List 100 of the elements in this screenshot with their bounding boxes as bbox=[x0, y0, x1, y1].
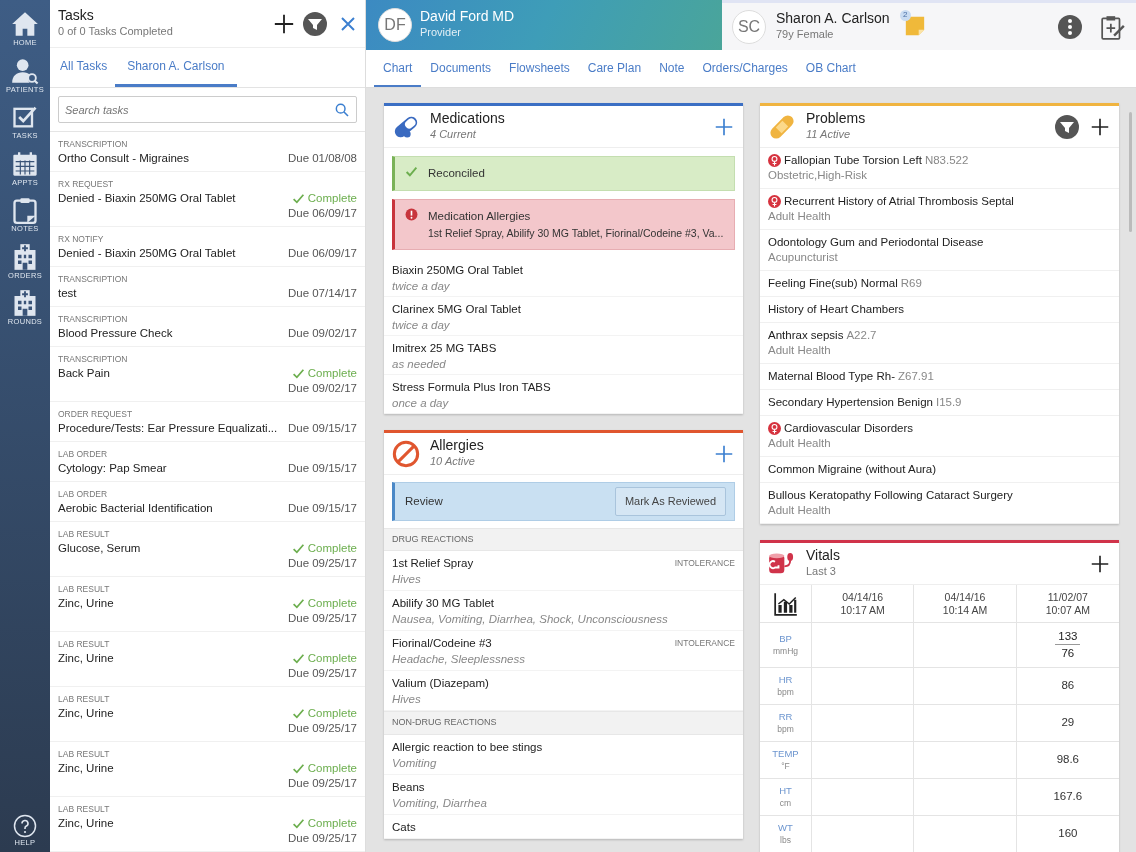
card-subtitle: 4 Current bbox=[430, 126, 477, 142]
search-field[interactable]: Search tasks bbox=[58, 96, 357, 123]
vitals-date: 04/14/16 bbox=[944, 590, 986, 604]
problem-category: Acupuncturist bbox=[768, 250, 839, 265]
calendar-icon bbox=[11, 149, 39, 178]
allergy-name: Cats bbox=[392, 819, 416, 835]
chart-tab[interactable]: Documents bbox=[421, 50, 501, 87]
check-icon bbox=[291, 652, 305, 665]
problem-row[interactable]: Secondary Hypertension Benign I15.9 bbox=[760, 390, 1119, 416]
avatar: SC bbox=[732, 9, 766, 44]
card-subtitle: 10 Active bbox=[430, 454, 476, 470]
problem-row[interactable]: History of Heart Chambers bbox=[760, 297, 1119, 323]
allergy-reactions: Hives bbox=[392, 692, 422, 708]
chart-tab[interactable]: Care Plan bbox=[578, 50, 651, 87]
problem-row[interactable]: Feeling Fine(sub) Normal R69 bbox=[760, 271, 1119, 297]
check-icon bbox=[405, 165, 418, 178]
due-date: Due 09/25/17 bbox=[287, 556, 357, 571]
vital-unit: mmHg bbox=[773, 645, 798, 657]
due-date: Due 07/14/17 bbox=[287, 286, 357, 301]
task-row[interactable]: RX NOTIFY Denied - Biaxin 250MG Oral Tablet Due 06/09/17 bbox=[50, 227, 365, 267]
task-row[interactable]: TRANSCRIPTION Ortho Consult - Migraines Due 01/08/08 bbox=[50, 132, 365, 172]
filter-button[interactable] bbox=[303, 11, 327, 36]
task-category: TRANSCRIPTION bbox=[58, 138, 129, 151]
close-button[interactable] bbox=[339, 14, 357, 33]
allergy-reactions: Hives bbox=[392, 572, 422, 588]
avatar: DF bbox=[378, 8, 412, 42]
problem-code: R69 bbox=[900, 276, 922, 291]
medication-name: Clarinex 5MG Oral Tablet bbox=[392, 302, 522, 318]
patient-details: 79y Female bbox=[776, 26, 835, 42]
task-row[interactable]: LAB RESULT Zinc, Urine Complete Due 09/25/17 bbox=[50, 797, 365, 852]
allergy-row[interactable]: Allergic reaction to bee stings Vomiting bbox=[384, 734, 743, 775]
more-button[interactable] bbox=[1058, 14, 1082, 39]
chart-tab[interactable]: Orders/Charges bbox=[693, 50, 797, 87]
due-date: Due 09/25/17 bbox=[287, 666, 357, 681]
medication-row[interactable]: Clarinex 5MG Oral Tablet twice a day bbox=[384, 297, 743, 337]
task-row[interactable]: TRANSCRIPTION test Due 07/14/17 bbox=[50, 267, 365, 307]
due-date: Due 01/08/08 bbox=[287, 151, 357, 166]
review-label: Review bbox=[405, 493, 443, 509]
new-note-button[interactable] bbox=[1100, 13, 1126, 40]
bar-chart-icon[interactable] bbox=[772, 590, 799, 617]
medication-dosage: as needed bbox=[392, 357, 447, 373]
problem-row[interactable]: Cardiovascular Disorders Adult Health bbox=[760, 416, 1119, 457]
medication-row[interactable]: Imitrex 25 MG TABS as needed bbox=[384, 336, 743, 376]
allergy-row[interactable]: Cats bbox=[384, 814, 743, 839]
problem-row[interactable]: Odontology Gum and Periodontal Disease Acupuncturist bbox=[760, 230, 1119, 271]
problem-row[interactable]: Fallopian Tube Torsion Left N83.522 Obstetric,High-Risk bbox=[760, 148, 1119, 189]
more-icon bbox=[1058, 14, 1082, 39]
task-row[interactable]: TRANSCRIPTION Back Pain Complete Due 09/02/17 bbox=[50, 347, 365, 402]
medication-row[interactable]: Biaxin 250MG Oral Tablet twice a day bbox=[384, 258, 743, 298]
problem-category: Obstetric,High-Risk bbox=[768, 168, 869, 183]
due-date: Due 06/09/17 bbox=[287, 206, 357, 221]
vital-unit: bpm bbox=[777, 723, 794, 735]
vital-label: WT bbox=[778, 822, 793, 834]
task-title: Zinc, Urine bbox=[58, 651, 115, 666]
problem-row[interactable]: Recurrent History of Atrial Thrombosis Septal Adult Health bbox=[760, 189, 1119, 230]
medication-name: Biaxin 250MG Oral Tablet bbox=[392, 263, 524, 279]
problem-row[interactable]: Anthrax sepsis A22.7 Adult Health bbox=[760, 323, 1119, 364]
alert-title: Reconciled bbox=[428, 166, 485, 181]
filter-button[interactable] bbox=[1055, 114, 1079, 139]
check-icon bbox=[291, 597, 305, 610]
task-category: LAB RESULT bbox=[58, 693, 111, 706]
task-category: ORDER REQUEST bbox=[58, 408, 134, 421]
chart-tab[interactable]: Flowsheets bbox=[500, 50, 579, 87]
problem-code: A22.7 bbox=[846, 328, 877, 343]
task-row[interactable]: RX REQUEST Denied - Biaxin 250MG Oral Tablet Complete Due 06/09/17 bbox=[50, 172, 365, 227]
task-row[interactable]: LAB RESULT Zinc, Urine Complete Due 09/25/17 bbox=[50, 577, 365, 632]
allergy-row[interactable]: Abilify 30 MG Tablet Nausea, Vomiting, Diarrhea, Shock, Unconsciousness bbox=[384, 591, 743, 632]
panel-tab[interactable]: All Tasks bbox=[56, 48, 112, 87]
provider-role: Provider bbox=[420, 25, 462, 41]
task-row[interactable]: LAB RESULT Zinc, Urine Complete Due 09/25/17 bbox=[50, 687, 365, 742]
medication-row[interactable]: Stress Formula Plus Iron TABS once a day bbox=[384, 375, 743, 415]
scrollbar[interactable] bbox=[1129, 112, 1132, 232]
card-subtitle: 11 Active bbox=[806, 126, 852, 142]
chart-tab[interactable]: OB Chart bbox=[796, 50, 865, 87]
allergy-row[interactable]: Beans Vomiting, Diarrhea bbox=[384, 774, 743, 815]
task-row[interactable]: ORDER REQUEST Procedure/Tests: Ear Pressure Equalizati... Due 09/15/17 bbox=[50, 402, 365, 442]
patient-name: Sharon A. Carlson bbox=[776, 10, 890, 26]
problem-row[interactable]: Maternal Blood Type Rh- Z67.91 bbox=[760, 364, 1119, 390]
task-row[interactable]: LAB ORDER Aerobic Bacterial Identification Due 09/15/17 bbox=[50, 482, 365, 522]
task-row[interactable]: TRANSCRIPTION Blood Pressure Check Due 09/02/17 bbox=[50, 307, 365, 347]
provider-name: David Ford MD bbox=[420, 9, 515, 25]
add-button[interactable] bbox=[273, 12, 295, 35]
task-row[interactable]: LAB RESULT Zinc, Urine Complete Due 09/25/17 bbox=[50, 632, 365, 687]
allergy-name: Abilify 30 MG Tablet bbox=[392, 596, 496, 612]
task-title: Glucose, Serum bbox=[58, 541, 142, 556]
filter-icon bbox=[303, 11, 327, 36]
allergy-row[interactable]: 1st Relief Spray Hives INTOLERANCE bbox=[384, 551, 743, 592]
mark-reviewed-button[interactable]: Mark As Reviewed bbox=[614, 487, 726, 516]
chart-tab[interactable]: Note bbox=[650, 50, 694, 87]
task-category: RX REQUEST bbox=[58, 178, 115, 191]
allergy-type: INTOLERANCE bbox=[674, 557, 735, 571]
check-icon bbox=[291, 762, 305, 775]
problem-row[interactable]: Bullous Keratopathy Following Cataract Surgery Adult Health bbox=[760, 483, 1119, 524]
task-row[interactable]: LAB RESULT Glucose, Serum Complete Due 09/25/17 bbox=[50, 522, 365, 577]
task-row[interactable]: LAB RESULT Zinc, Urine Complete Due 09/25/17 bbox=[50, 742, 365, 797]
problem-row[interactable]: Common Migraine (without Aura) bbox=[760, 457, 1119, 483]
allergy-row[interactable]: Fiorinal/Codeine #3 Headache, Sleeplessness INTOLERANCE bbox=[384, 631, 743, 672]
due-date: Due 09/02/17 bbox=[287, 326, 357, 341]
panel-tab[interactable]: Sharon A. Carlson bbox=[115, 48, 237, 87]
task-row[interactable]: LAB ORDER Cytology: Pap Smear Due 09/15/17 bbox=[50, 442, 365, 482]
